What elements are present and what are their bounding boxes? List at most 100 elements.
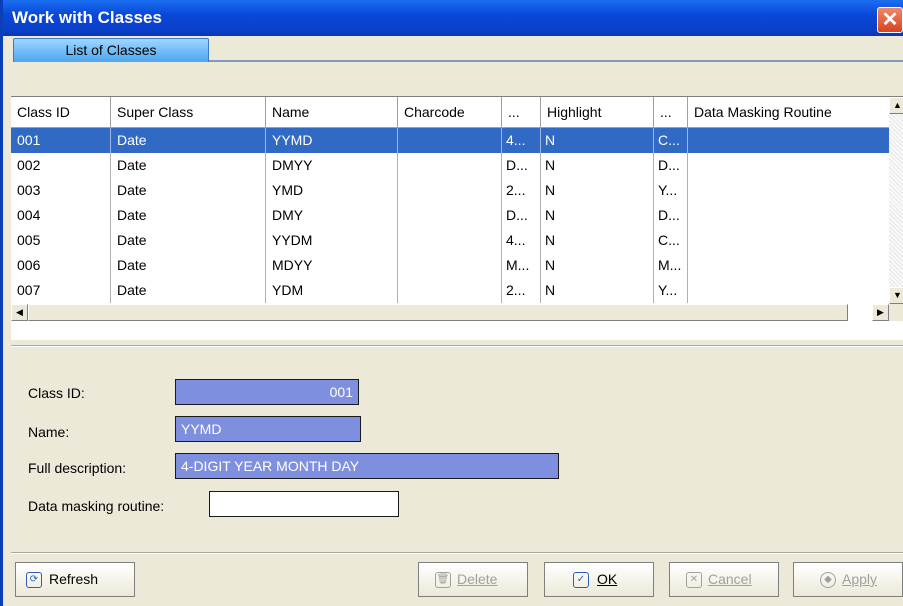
cell-super-class: Date <box>111 153 266 178</box>
full-description-field[interactable]: 4-DIGIT YEAR MONTH DAY <box>175 453 559 479</box>
cell-charcode <box>398 253 502 278</box>
cell-col5: D... <box>502 153 541 178</box>
close-button[interactable]: ✕ <box>877 7 903 33</box>
table-row[interactable]: 003 Date YMD 2... N Y... <box>11 178 889 203</box>
column-header-super-class[interactable]: Super Class <box>111 97 266 127</box>
cell-data-masking <box>688 128 889 153</box>
cell-highlight: N <box>541 253 654 278</box>
class-id-field[interactable]: 001 <box>175 379 359 405</box>
title-bar[interactable]: Work with Classes ✕ <box>3 0 903 36</box>
column-header-ellipsis-1[interactable]: ... <box>502 97 541 127</box>
cell-col5: M... <box>502 253 541 278</box>
table-row[interactable]: 007 Date YDM 2... N Y... <box>11 278 889 303</box>
delete-label: Delete <box>457 571 498 587</box>
cell-col5: 2... <box>502 178 541 203</box>
vertical-scrollbar[interactable]: ▲ ▼ <box>889 97 903 304</box>
cell-class-id: 007 <box>11 278 111 303</box>
horizontal-scroll-thumb[interactable] <box>28 304 848 321</box>
tab-bar: List of Classes <box>3 36 903 63</box>
cell-name: MDYY <box>266 253 398 278</box>
delete-button[interactable]: 🗑 Delete <box>418 562 528 597</box>
table-row[interactable]: 004 Date DMY D... N D... <box>11 203 889 228</box>
cell-class-id: 002 <box>11 153 111 178</box>
table-row[interactable]: 006 Date MDYY M... N M... <box>11 253 889 278</box>
cell-highlight: N <box>541 228 654 253</box>
table-row[interactable]: 001 Date YYMD 4... N C... <box>11 128 889 153</box>
cell-highlight: N <box>541 203 654 228</box>
cell-name: YMD <box>266 178 398 203</box>
cell-super-class: Date <box>111 278 266 303</box>
classes-grid[interactable]: Class ID Super Class Name Charcode ... H… <box>11 96 903 340</box>
cell-name: YDM <box>266 278 398 303</box>
cell-data-masking <box>688 253 889 278</box>
grid-header: Class ID Super Class Name Charcode ... H… <box>11 97 889 128</box>
data-masking-routine-label: Data masking routine: <box>28 498 165 514</box>
close-icon: ✕ <box>881 9 899 31</box>
cell-charcode <box>398 153 502 178</box>
column-header-class-id[interactable]: Class ID <box>11 97 111 127</box>
cell-col7: D... <box>654 203 688 228</box>
cell-col5: D... <box>502 203 541 228</box>
cancel-button[interactable]: ✕ Cancel <box>669 562 779 597</box>
x-icon: ✕ <box>686 572 702 588</box>
name-field[interactable]: YYMD <box>175 416 361 442</box>
column-header-highlight[interactable]: Highlight <box>541 97 654 127</box>
cell-charcode <box>398 203 502 228</box>
refresh-label: Refresh <box>49 571 99 587</box>
cell-highlight: N <box>541 153 654 178</box>
refresh-icon: ⟳ <box>26 572 42 588</box>
cell-name: DMYY <box>266 153 398 178</box>
column-header-name[interactable]: Name <box>266 97 398 127</box>
scroll-down-icon[interactable]: ▼ <box>889 287 903 304</box>
button-bar-divider <box>11 552 903 554</box>
cell-data-masking <box>688 278 889 303</box>
checkmark-icon: ✓ <box>573 572 589 588</box>
tab-list-of-classes[interactable]: List of Classes <box>13 38 209 62</box>
column-header-data-masking-routine[interactable]: Data Masking Routine <box>688 97 889 127</box>
cell-class-id: 006 <box>11 253 111 278</box>
apply-icon: ◆ <box>820 572 836 588</box>
ok-button[interactable]: ✓ OK <box>544 562 654 597</box>
scroll-right-icon[interactable]: ▶ <box>872 304 889 321</box>
tab-divider <box>208 60 903 62</box>
cell-col7: C... <box>654 128 688 153</box>
class-id-label: Class ID: <box>28 385 85 401</box>
apply-label: Apply <box>842 571 878 587</box>
name-label: Name: <box>28 424 70 440</box>
table-row[interactable]: 002 Date DMYY D... N D... <box>11 153 889 178</box>
cell-name: DMY <box>266 203 398 228</box>
cell-col7: Y... <box>654 278 688 303</box>
cell-charcode <box>398 278 502 303</box>
cell-name: YYDM <box>266 228 398 253</box>
apply-button[interactable]: ◆ Apply <box>793 562 903 597</box>
cell-super-class: Date <box>111 228 266 253</box>
cell-super-class: Date <box>111 253 266 278</box>
cell-charcode <box>398 228 502 253</box>
data-masking-routine-field[interactable] <box>209 491 399 517</box>
cell-col7: Y... <box>654 178 688 203</box>
scroll-up-icon[interactable]: ▲ <box>889 97 903 114</box>
cell-class-id: 005 <box>11 228 111 253</box>
cell-super-class: Date <box>111 203 266 228</box>
cell-col5: 4... <box>502 128 541 153</box>
horizontal-scrollbar[interactable]: ◀ ▶ <box>11 304 889 321</box>
cell-col7: C... <box>654 228 688 253</box>
column-header-charcode[interactable]: Charcode <box>398 97 502 127</box>
cell-highlight: N <box>541 178 654 203</box>
cell-super-class: Date <box>111 178 266 203</box>
column-header-ellipsis-2[interactable]: ... <box>654 97 688 127</box>
cell-data-masking <box>688 203 889 228</box>
tab-label: List of Classes <box>65 42 157 58</box>
cell-super-class: Date <box>111 128 266 153</box>
scrollbar-corner <box>889 304 903 321</box>
ok-label: OK <box>597 571 618 587</box>
cell-data-masking <box>688 228 889 253</box>
cell-data-masking <box>688 178 889 203</box>
cell-col7: M... <box>654 253 688 278</box>
scroll-left-icon[interactable]: ◀ <box>11 304 28 321</box>
cell-data-masking <box>688 153 889 178</box>
refresh-button[interactable]: ⟳ Refresh <box>15 562 135 597</box>
table-row[interactable]: 005 Date YYDM 4... N C... <box>11 228 889 253</box>
cell-highlight: N <box>541 128 654 153</box>
cell-highlight: N <box>541 278 654 303</box>
